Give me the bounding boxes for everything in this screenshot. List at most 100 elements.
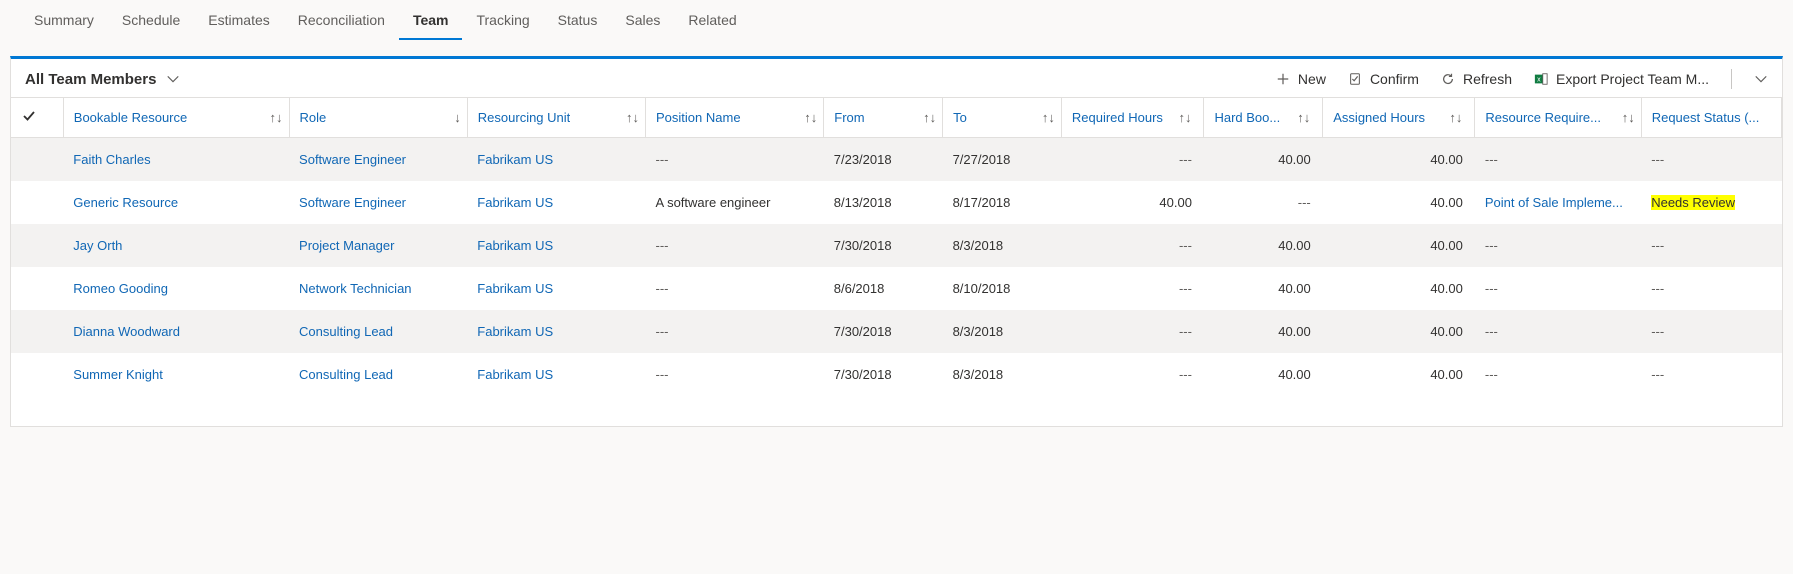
table-row[interactable]: Jay OrthProject ManagerFabrikam US---7/3… [11, 224, 1782, 267]
view-selector[interactable]: All Team Members [25, 71, 180, 88]
cell-request-status: --- [1641, 310, 1781, 353]
sort-icon: ↑↓ [923, 110, 936, 125]
svg-text:x: x [1537, 77, 1541, 84]
cell-request-status: --- [1641, 224, 1781, 267]
confirm-button[interactable]: Confirm [1348, 71, 1419, 87]
table-row[interactable]: Summer KnightConsulting LeadFabrikam US -… [11, 353, 1782, 396]
row-select-cell[interactable] [11, 267, 63, 310]
sort-icon: ↑↓ [804, 110, 817, 125]
excel-icon: x [1534, 72, 1548, 86]
cell-request-status: --- [1641, 353, 1781, 396]
row-select-cell[interactable] [11, 138, 63, 182]
column-header-assigned-hours[interactable]: Assigned Hours↑↓ [1323, 98, 1475, 138]
tab-status[interactable]: Status [544, 2, 612, 40]
clipboard-check-icon [1348, 72, 1362, 86]
cell-assigned-hours: 40.00 [1323, 224, 1475, 267]
tab-team[interactable]: Team [399, 2, 463, 40]
table-row[interactable]: Faith CharlesSoftware EngineerFabrikam U… [11, 138, 1782, 182]
cell-required-hours: --- [1061, 267, 1204, 310]
cell-assigned-hours: 40.00 [1323, 310, 1475, 353]
cell-hard-book: 40.00 [1204, 138, 1323, 182]
tab-related[interactable]: Related [674, 2, 750, 40]
column-header-request-status[interactable]: Request Status (... [1641, 98, 1781, 138]
cell-assigned-hours: 40.00 [1323, 267, 1475, 310]
cell-resource-requirement[interactable]: Point of Sale Impleme... [1475, 181, 1641, 224]
cell-bookable-resource[interactable]: Romeo Gooding [63, 267, 289, 310]
view-title-label: All Team Members [25, 71, 156, 88]
cell-role[interactable]: Consulting Lead [289, 353, 467, 396]
row-select-cell[interactable] [11, 181, 63, 224]
cell-assigned-hours: 40.00 [1323, 181, 1475, 224]
cell-hard-book: 40.00 [1204, 267, 1323, 310]
export-button-label: Export Project Team M... [1556, 71, 1709, 87]
cell-resourcing-unit[interactable]: Fabrikam US [467, 138, 645, 182]
check-icon [21, 112, 37, 127]
cell-resourcing-unit[interactable]: Fabrikam US [467, 353, 645, 396]
cell-bookable-resource[interactable]: Dianna Woodward [63, 310, 289, 353]
row-select-cell[interactable] [11, 224, 63, 267]
column-select-all[interactable] [11, 98, 63, 138]
cell-to: 8/17/2018 [943, 181, 1062, 224]
table-row[interactable]: Dianna WoodwardConsulting LeadFabrikam U… [11, 310, 1782, 353]
cell-role[interactable]: Software Engineer [289, 181, 467, 224]
cell-to: 8/3/2018 [943, 224, 1062, 267]
cell-bookable-resource[interactable]: Generic Resource [63, 181, 289, 224]
cell-resource-requirement: --- [1475, 267, 1641, 310]
cell-position-name: --- [646, 138, 824, 182]
column-label: Resourcing Unit [478, 110, 571, 125]
new-button[interactable]: New [1276, 71, 1326, 87]
panel-header: All Team Members New Confirm [11, 59, 1782, 97]
cell-resourcing-unit[interactable]: Fabrikam US [467, 310, 645, 353]
cell-from: 8/6/2018 [824, 267, 943, 310]
cell-bookable-resource[interactable]: Faith Charles [63, 138, 289, 182]
table-row[interactable]: Romeo GoodingNetwork TechnicianFabrikam … [11, 267, 1782, 310]
cell-resource-requirement: --- [1475, 224, 1641, 267]
tab-estimates[interactable]: Estimates [194, 2, 283, 40]
column-label: Assigned Hours [1333, 110, 1425, 125]
team-members-grid: Bookable Resource↑↓ Role↓ Resourcing Uni… [11, 97, 1782, 396]
cell-role[interactable]: Project Manager [289, 224, 467, 267]
cell-resource-requirement: --- [1475, 353, 1641, 396]
column-header-required-hours[interactable]: Required Hours↑↓ [1061, 98, 1204, 138]
row-select-cell[interactable] [11, 310, 63, 353]
column-header-to[interactable]: To↑↓ [943, 98, 1062, 138]
cell-to: 8/3/2018 [943, 310, 1062, 353]
export-button[interactable]: x Export Project Team M... [1534, 71, 1709, 87]
refresh-button[interactable]: Refresh [1441, 71, 1512, 87]
cell-bookable-resource[interactable]: Jay Orth [63, 224, 289, 267]
cell-from: 7/30/2018 [824, 310, 943, 353]
cell-to: 8/10/2018 [943, 267, 1062, 310]
cell-resource-requirement: --- [1475, 138, 1641, 182]
cell-resourcing-unit[interactable]: Fabrikam US [467, 267, 645, 310]
column-header-role[interactable]: Role↓ [289, 98, 467, 138]
tab-reconciliation[interactable]: Reconciliation [284, 2, 399, 40]
column-header-position-name[interactable]: Position Name↑↓ [646, 98, 824, 138]
cell-hard-book: --- [1204, 181, 1323, 224]
cell-request-status: --- [1641, 267, 1781, 310]
tab-sales[interactable]: Sales [611, 2, 674, 40]
cell-role[interactable]: Consulting Lead [289, 310, 467, 353]
cell-from: 7/23/2018 [824, 138, 943, 182]
more-commands-button[interactable] [1754, 72, 1768, 86]
column-header-resource-requirement[interactable]: Resource Require...↑↓ [1475, 98, 1641, 138]
column-header-resourcing-unit[interactable]: Resourcing Unit↑↓ [467, 98, 645, 138]
table-row[interactable]: Generic ResourceSoftware EngineerFabrika… [11, 181, 1782, 224]
column-header-from[interactable]: From↑↓ [824, 98, 943, 138]
cell-role[interactable]: Software Engineer [289, 138, 467, 182]
cell-position-name: --- [646, 224, 824, 267]
cell-bookable-resource[interactable]: Summer Knight [63, 353, 289, 396]
cell-role[interactable]: Network Technician [289, 267, 467, 310]
tab-tracking[interactable]: Tracking [462, 2, 543, 40]
tab-summary[interactable]: Summary [20, 2, 108, 40]
column-header-hard-book[interactable]: Hard Boo...↑↓ [1204, 98, 1323, 138]
cell-required-hours: --- [1061, 138, 1204, 182]
cell-hard-book: 40.00 [1204, 224, 1323, 267]
cell-resourcing-unit[interactable]: Fabrikam US [467, 224, 645, 267]
cell-resourcing-unit[interactable]: Fabrikam US [467, 181, 645, 224]
column-header-bookable-resource[interactable]: Bookable Resource↑↓ [63, 98, 289, 138]
row-select-cell[interactable] [11, 353, 63, 396]
new-button-label: New [1298, 71, 1326, 87]
sort-icon: ↑↓ [1297, 110, 1310, 125]
tab-schedule[interactable]: Schedule [108, 2, 194, 40]
plus-icon [1276, 72, 1290, 86]
